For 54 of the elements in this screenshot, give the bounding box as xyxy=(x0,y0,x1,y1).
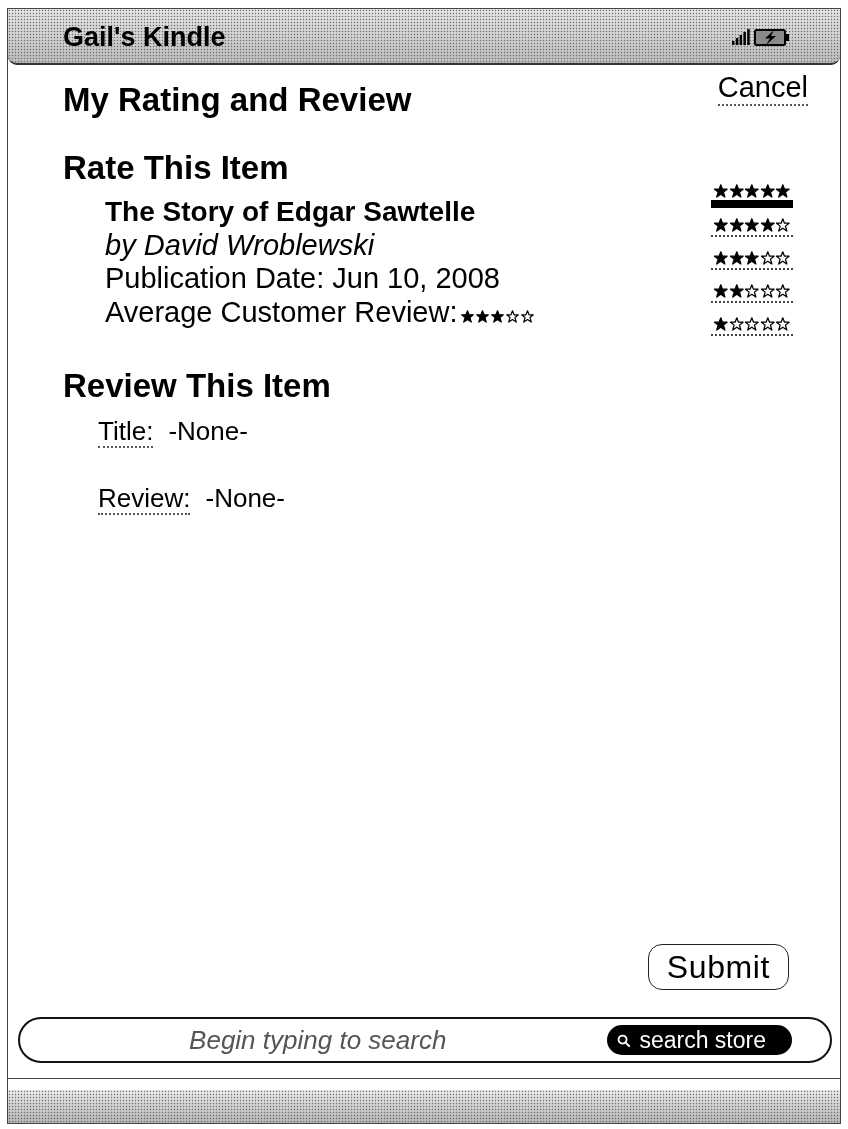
star-outline-icon xyxy=(759,284,776,298)
star-icon xyxy=(475,310,491,323)
star-icon xyxy=(713,251,729,265)
star-icon xyxy=(728,218,745,232)
field-label-link[interactable]: Title: xyxy=(98,416,154,448)
star-outline-icon xyxy=(520,310,536,323)
cancel-link[interactable]: Cancel xyxy=(717,71,808,106)
star-icon xyxy=(728,284,745,298)
star-outline-icon xyxy=(775,317,791,331)
star-icon xyxy=(728,251,745,265)
star-outline-icon xyxy=(775,251,791,265)
book-author: by David Wroblewski xyxy=(105,228,376,262)
star-rating-option[interactable] xyxy=(711,284,793,303)
field-value: -None- xyxy=(168,416,248,446)
star-outline-icon xyxy=(505,310,521,323)
star-icon xyxy=(713,184,729,198)
star-outline-icon xyxy=(728,317,745,331)
book-title: The Story of Edgar Sawtelle xyxy=(105,195,477,229)
star-rating-option[interactable] xyxy=(711,218,793,237)
average-review-label: Average Customer Review: xyxy=(105,295,458,329)
star-icon xyxy=(713,317,729,331)
star-outline-icon xyxy=(775,284,791,298)
search-store-button[interactable]: search store xyxy=(607,1025,792,1055)
star-rating-option[interactable] xyxy=(711,317,793,336)
section-heading: Review This Item xyxy=(63,367,332,405)
star-outline-icon xyxy=(744,317,760,331)
star-rating-option[interactable] xyxy=(711,184,793,208)
device-name: Gail's Kindle xyxy=(63,21,226,53)
publication-date: Publication Date: Jun 10, 2008 xyxy=(105,262,501,296)
star-outline-icon xyxy=(759,317,776,331)
field-label-link[interactable]: Review: xyxy=(98,483,191,515)
star-outline-icon xyxy=(744,284,760,298)
submit-button[interactable]: Submit xyxy=(647,944,789,990)
star-outline-icon xyxy=(775,218,791,232)
star-icon xyxy=(759,184,776,198)
star-icon xyxy=(713,218,729,232)
star-icon xyxy=(728,184,745,198)
search-icon xyxy=(617,1033,631,1047)
star-outline-icon xyxy=(759,251,776,265)
section-heading: Rate This Item xyxy=(63,149,290,187)
star-icon xyxy=(744,218,760,232)
battery-charging-icon xyxy=(754,28,790,46)
field-value: -None- xyxy=(205,483,285,513)
signal-strength-icon xyxy=(732,29,750,45)
search-field[interactable]: Begin typing to search search store xyxy=(18,1017,832,1063)
star-icon xyxy=(744,251,760,265)
star-rating-option[interactable] xyxy=(711,251,793,270)
page-title: My Rating and Review xyxy=(63,81,412,119)
star-icon xyxy=(490,310,506,323)
star-icon xyxy=(759,218,776,232)
star-icon xyxy=(713,284,729,298)
star-icon xyxy=(460,310,476,323)
star-icon xyxy=(744,184,760,198)
star-icon xyxy=(775,184,791,198)
